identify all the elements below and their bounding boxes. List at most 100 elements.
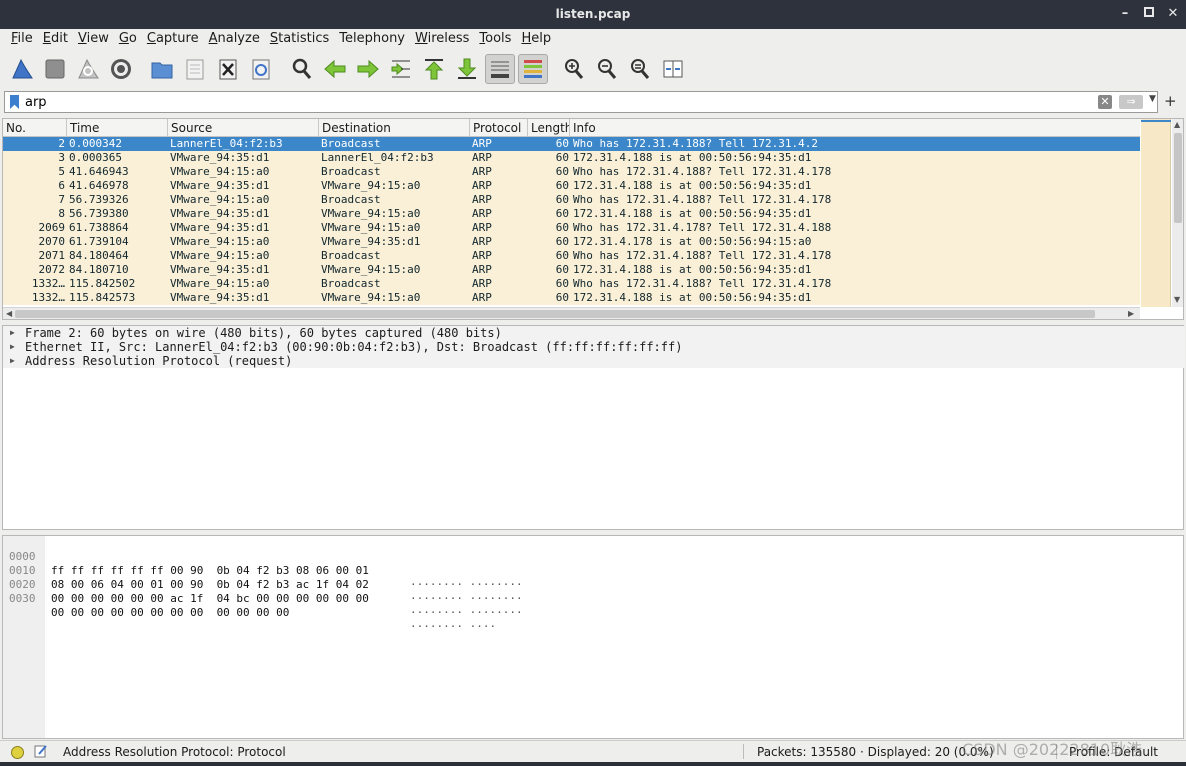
go-first-packet-button[interactable] xyxy=(419,54,449,84)
menu-go[interactable]: Go xyxy=(114,29,142,49)
go-to-packet-button[interactable] xyxy=(386,54,416,84)
column-header-protocol[interactable]: Protocol xyxy=(470,119,528,137)
add-filter-button-icon[interactable]: + xyxy=(1164,92,1177,110)
menu-statistics[interactable]: Statistics xyxy=(265,29,334,49)
packet-row[interactable]: 2071 84.180464 VMware_94:15:a0 Broadcast ARP… xyxy=(3,249,1140,263)
packet-row[interactable]: 7 56.739326 VMware_94:15:a0 Broadcast ARP 60 W… xyxy=(3,193,1140,207)
cell-length: 60 xyxy=(555,263,569,276)
packet-row[interactable]: 2070 61.739104 VMware_94:15:a0 VMware_94:35… xyxy=(3,235,1140,249)
cell-protocol: ARP xyxy=(472,207,492,220)
scroll-up-icon[interactable]: ▲ xyxy=(1174,120,1180,129)
apply-filter-button[interactable]: ⇒ xyxy=(1119,95,1143,109)
go-forward-button[interactable] xyxy=(353,54,383,84)
expert-info-icon[interactable] xyxy=(11,746,24,759)
column-header-source[interactable]: Source xyxy=(168,119,319,137)
byte-ascii[interactable]: ········ ········ xyxy=(410,592,523,606)
menu-help[interactable]: Help xyxy=(516,29,556,49)
byte-hex[interactable]: 00 00 00 00 00 00 00 00 00 00 00 00 xyxy=(51,606,289,620)
title-bar: listen.pcap – ✕ xyxy=(0,0,1186,29)
stop-capture-button[interactable] xyxy=(40,54,70,84)
expand-arrow-icon[interactable]: ▶ xyxy=(10,326,15,340)
reload-file-button[interactable] xyxy=(246,54,276,84)
byte-ascii[interactable]: ········ ········ xyxy=(410,606,523,620)
close-file-button[interactable] xyxy=(213,54,243,84)
window-title: listen.pcap xyxy=(555,7,631,21)
vertical-scroll-thumb[interactable] xyxy=(1174,133,1182,223)
packet-row[interactable]: 2072 84.180710 VMware_94:35:d1 VMware_94:15… xyxy=(3,263,1140,277)
bytes-row[interactable]: 0000 ff ff ff ff ff ff 00 90 0b 04 f2 b3… xyxy=(3,536,523,591)
open-folder-icon xyxy=(151,62,173,79)
cell-no: 6 xyxy=(58,179,65,192)
column-header-time[interactable]: Time xyxy=(67,119,168,137)
go-last-packet-button[interactable] xyxy=(452,54,482,84)
byte-hex[interactable]: ff ff ff ff ff ff 00 90 0b 04 f2 b3 08 0… xyxy=(51,564,369,578)
packet-row[interactable]: 1332… 115.842573 VMware_94:35:d1 VMware_94:… xyxy=(3,291,1140,305)
zoom-normal-button[interactable] xyxy=(625,54,655,84)
find-packet-button[interactable] xyxy=(287,54,317,84)
cell-time: 61.739104 xyxy=(69,235,129,248)
menu-edit[interactable]: Edit xyxy=(38,29,73,49)
scroll-down-icon[interactable]: ▼ xyxy=(1174,295,1180,304)
menu-view[interactable]: View xyxy=(73,29,114,49)
byte-hex[interactable]: 08 00 06 04 00 01 00 90 0b 04 f2 b3 ac 1… xyxy=(51,578,369,592)
horizontal-scroll-thumb[interactable] xyxy=(15,310,1095,318)
detail-row-frame[interactable]: ▶ Frame 2: 60 bytes on wire (480 bits), … xyxy=(3,326,1185,340)
reload-icon xyxy=(252,59,270,80)
zoom-out-button[interactable] xyxy=(592,54,622,84)
filter-history-dropdown[interactable]: ▼ xyxy=(1149,94,1156,104)
column-header-destination[interactable]: Destination xyxy=(319,119,470,137)
cell-info: 172.31.4.188 is at 00:50:56:94:35:d1 xyxy=(573,263,812,276)
packet-list-vertical-scrollbar[interactable]: ▲ ▼ xyxy=(1172,119,1183,307)
open-file-button[interactable] xyxy=(147,54,177,84)
packet-minimap[interactable] xyxy=(1141,119,1171,307)
menu-analyze[interactable]: Analyze xyxy=(204,29,265,49)
packet-row[interactable]: 5 41.646943 VMware_94:15:a0 Broadcast ARP 60 W… xyxy=(3,165,1140,179)
cell-length: 60 xyxy=(555,277,569,290)
start-capture-button[interactable] xyxy=(7,54,37,84)
bytes-row[interactable]: 0020 00 00 00 00 00 00 ac 1f 04 bc 00 00… xyxy=(3,564,523,619)
zoom-in-button[interactable] xyxy=(559,54,589,84)
packet-row[interactable]: 6 41.646978 VMware_94:35:d1 VMware_94:15:a0… xyxy=(3,179,1140,193)
packet-row[interactable]: 2069 61.738864 VMware_94:35:d1 VMware_94:15… xyxy=(3,221,1140,235)
menu-label: ools xyxy=(485,31,512,46)
go-back-button[interactable] xyxy=(320,54,350,84)
column-header-no[interactable]: No. xyxy=(3,119,67,137)
restart-capture-button[interactable] xyxy=(73,54,103,84)
packet-row[interactable]: 1332… 115.842502 VMware_94:15:a0 Broadcast A… xyxy=(3,277,1140,291)
menu-telephony[interactable]: Telephony xyxy=(334,29,410,49)
byte-ascii[interactable]: ········ ········ xyxy=(410,578,523,592)
display-filter-input[interactable] xyxy=(25,94,1085,110)
capture-options-button[interactable] xyxy=(106,54,136,84)
expand-arrow-icon[interactable]: ▶ xyxy=(10,354,15,368)
column-header-info[interactable]: Info xyxy=(570,119,1140,137)
bookmark-icon[interactable] xyxy=(10,95,19,109)
scroll-right-icon[interactable]: ▶ xyxy=(1128,309,1134,318)
expand-arrow-icon[interactable]: ▶ xyxy=(10,340,15,354)
colorize-button[interactable] xyxy=(518,54,548,84)
maximize-button[interactable] xyxy=(1142,6,1156,22)
resize-columns-button[interactable] xyxy=(658,54,688,84)
column-header-length[interactable]: Length xyxy=(528,119,570,137)
menu-file[interactable]: File xyxy=(6,29,38,49)
byte-hex[interactable]: 00 00 00 00 00 00 ac 1f 04 bc 00 00 00 0… xyxy=(51,592,369,606)
close-button[interactable]: ✕ xyxy=(1166,6,1180,22)
packet-row[interactable]: 3 0.000365 VMware_94:35:d1 LannerEl_04:f2:b… xyxy=(3,151,1140,165)
menu-wireless[interactable]: Wireless xyxy=(410,29,474,49)
save-file-button[interactable] xyxy=(180,54,210,84)
minimize-button[interactable]: – xyxy=(1118,6,1132,22)
bytes-row[interactable]: 0030 00 00 00 00 00 00 00 00 00 00 00 00… xyxy=(3,578,496,633)
detail-row-arp[interactable]: ▶ Address Resolution Protocol (request) xyxy=(3,354,1185,368)
packet-row[interactable]: 8 56.739380 VMware_94:35:d1 VMware_94:15:a0… xyxy=(3,207,1140,221)
edit-comment-icon[interactable] xyxy=(34,744,48,758)
menu-capture[interactable]: Capture xyxy=(142,29,204,49)
packet-list-horizontal-scrollbar[interactable]: ◀ ▶ xyxy=(3,307,1140,319)
byte-ascii[interactable]: ········ ···· xyxy=(410,620,496,634)
scroll-left-icon[interactable]: ◀ xyxy=(6,309,12,318)
packet-row[interactable]: 2 0.000342 LannerEl_04:f2:b3 Broadcast ARP 60… xyxy=(3,137,1140,151)
clear-filter-button[interactable]: ✕ xyxy=(1098,95,1112,109)
cell-time: 56.739380 xyxy=(69,207,129,220)
menu-tools[interactable]: Tools xyxy=(474,29,516,49)
bytes-row[interactable]: 0010 08 00 06 04 00 01 00 90 0b 04 f2 b3… xyxy=(3,550,523,605)
autoscroll-button[interactable] xyxy=(485,54,515,84)
detail-row-ethernet[interactable]: ▶ Ethernet II, Src: LannerEl_04:f2:b3 (0… xyxy=(3,340,1185,354)
